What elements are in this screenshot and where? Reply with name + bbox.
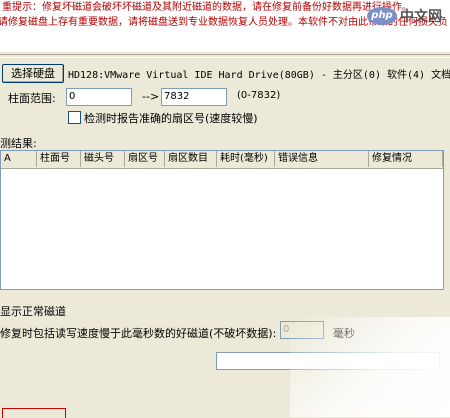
results-label: 测结果:	[0, 137, 37, 150]
col-header-head[interactable]: 磁头号	[81, 151, 125, 167]
precise-sector-checkbox[interactable]	[68, 111, 81, 124]
watermark-overlay	[290, 317, 450, 417]
col-header-a[interactable]: A	[1, 151, 37, 167]
col-header-error[interactable]: 错误信息	[275, 151, 369, 167]
cylinder-range-label: 柱面范围:	[8, 92, 56, 105]
separator	[0, 54, 450, 58]
php-logo-text: 中文网	[400, 9, 442, 25]
results-table-header: A 柱面号 磁头号 扇区号 扇区数目 耗时(毫秒) 错误信息 修复情况	[1, 151, 443, 169]
repair-slow-label: 修复时包括读写速度慢于此毫秒数的好磁道(不破坏数据):	[0, 327, 277, 340]
cylinder-to-input[interactable]: 7832	[161, 88, 227, 106]
col-header-sector[interactable]: 扇区号	[125, 151, 165, 167]
show-normal-label[interactable]: 显示正常磁道	[0, 303, 66, 319]
col-header-sector-count[interactable]: 扇区数目	[165, 151, 217, 167]
range-arrow: -->	[142, 90, 160, 103]
range-hint: (0-7832)	[237, 90, 281, 101]
results-table[interactable]: A 柱面号 磁头号 扇区号 扇区数目 耗时(毫秒) 错误信息 修复情况	[0, 150, 444, 290]
col-header-cylinder[interactable]: 柱面号	[37, 151, 81, 167]
col-header-time[interactable]: 耗时(毫秒)	[217, 151, 275, 167]
php-logo-badge: php	[367, 7, 397, 25]
disk-info: HD128:VMware Virtual IDE Hard Drive(80GB…	[68, 70, 450, 81]
select-disk-label: 选择硬盘	[11, 67, 55, 80]
select-disk-button[interactable]: 选择硬盘	[2, 64, 64, 83]
cylinder-from-input[interactable]: 0	[66, 88, 132, 106]
precise-sector-label: 检测时报告准确的扇区号(速度较慢)	[84, 112, 258, 125]
col-header-repair[interactable]: 修复情况	[369, 151, 443, 167]
php-cn-logo: php 中文网	[367, 6, 442, 26]
